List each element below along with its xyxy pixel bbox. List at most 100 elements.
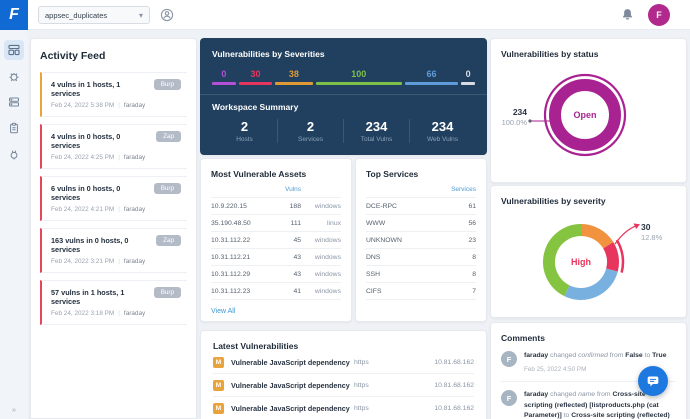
services-column-header[interactable]: Services [451, 186, 476, 193]
severity-bar-segment[interactable]: 38 [275, 69, 313, 85]
activity-item-date: Feb 24, 2022 3:21 PM [51, 258, 114, 265]
tool-badge: Zap [156, 131, 181, 142]
chevron-down-icon: ▾ [139, 11, 143, 20]
sidebar-expand-icon[interactable]: » [0, 407, 28, 414]
plug-icon [8, 148, 20, 160]
service-row[interactable]: WWW56 [366, 215, 476, 232]
vulns-by-severity-title: Vulnerabilities by severity [501, 196, 676, 206]
activity-item-date: Feb 24, 2022 3:18 PM [51, 310, 114, 317]
status-donut [537, 67, 633, 163]
severity-badge: M [213, 357, 224, 368]
table-header: Services [366, 179, 476, 198]
service-row[interactable]: DNS8 [366, 249, 476, 266]
vulnerability-name: Vulnerable JavaScript dependency [231, 381, 354, 390]
service-row[interactable]: DCE-RPC61 [366, 198, 476, 215]
table-header: Vulns [211, 179, 341, 198]
activity-feed-panel: Activity Feed 4 vulns in 1 hosts, 1 serv… [30, 38, 197, 419]
severity-callout: 30 12.8% [641, 222, 675, 242]
asset-row[interactable]: 10.31.112.2943windows [211, 266, 341, 283]
severity-bar-segment[interactable]: 66 [405, 69, 459, 85]
severity-bar: 0 30 38 100 66 0 [212, 69, 475, 85]
severity-bar-segment[interactable]: 0 [461, 69, 475, 85]
severity-donut-chart[interactable]: High [531, 212, 631, 312]
severity-bar-segment[interactable]: 100 [316, 69, 402, 85]
asset-row[interactable]: 35.190.48.50111linux [211, 215, 341, 232]
divider [200, 94, 487, 95]
severity-count: 30 [250, 69, 260, 79]
view-all-link[interactable]: View All [211, 308, 235, 315]
vulns-by-status-title: Vulnerabilities by status [501, 49, 676, 59]
bug-icon [8, 70, 20, 82]
activity-item[interactable]: 4 vulns in 0 hosts, 0 services Feb 24, 2… [40, 124, 187, 169]
status-callout: 234 100.0% [490, 107, 527, 127]
workspace-summary-title: Workspace Summary [212, 102, 475, 112]
asset-row[interactable]: 10.9.220.15188windows [211, 198, 341, 215]
severities-panel: Vulnerabilities by Severities 0 30 38 10… [200, 38, 487, 155]
hosts-icon [8, 96, 20, 108]
vulnerability-row[interactable]: M Vulnerable JavaScript dependency https… [213, 374, 474, 397]
workspace-summary-stats: 2 Hosts 2 Services 234 Total Vulns 234 W… [212, 119, 475, 143]
sidebar-item-reports[interactable] [4, 118, 24, 138]
account-circle-icon[interactable] [160, 8, 174, 22]
activity-item-user: faraday [124, 102, 145, 109]
activity-item-user: faraday [124, 258, 145, 265]
latest-vulnerabilities-title: Latest Vulnerabilities [213, 341, 474, 351]
severity-count: 38 [289, 69, 299, 79]
status-donut-chart[interactable]: Open [537, 67, 633, 163]
tool-badge: Burp [154, 79, 181, 90]
user-avatar[interactable]: F [648, 4, 670, 26]
sidebar-item-hosts[interactable] [4, 92, 24, 112]
vulnerability-name: Vulnerable JavaScript dependency [231, 404, 354, 413]
vulnerability-target: 10.81.68.162 [412, 382, 474, 389]
faraday-logo: F [0, 0, 28, 30]
service-row[interactable]: CIFS7 [366, 283, 476, 300]
severities-panel-title: Vulnerabilities by Severities [212, 49, 475, 59]
bell-icon[interactable] [620, 7, 635, 22]
vulnerability-service: https [354, 359, 412, 366]
workspace-selector[interactable]: appsec_duplicates ▾ [38, 6, 150, 24]
most-vulnerable-assets-panel: Most Vulnerable Assets Vulns 10.9.220.15… [200, 158, 352, 322]
vulns-by-severity-panel: Vulnerabilities by severity High 30 12.8… [490, 185, 687, 318]
vulns-by-status-panel: Vulnerabilities by status Open 234 100.0… [490, 38, 687, 183]
chat-icon [645, 373, 661, 389]
stat-services: 2 Services [277, 119, 343, 143]
service-row[interactable]: SSH8 [366, 266, 476, 283]
activity-item-user: faraday [124, 206, 145, 213]
severity-badge: M [213, 380, 224, 391]
asset-row[interactable]: 10.31.112.2245windows [211, 232, 341, 249]
comment-avatar: F [501, 390, 517, 406]
vulnerability-target: 10.81.68.162 [412, 405, 474, 412]
asset-row[interactable]: 10.31.112.2143windows [211, 249, 341, 266]
comment-user: faraday [524, 391, 548, 398]
severity-bar-segment[interactable]: 0 [212, 69, 236, 85]
comments-title: Comments [501, 333, 676, 343]
activity-item[interactable]: 57 vulns in 1 hosts, 1 services Feb 24, … [40, 280, 187, 325]
most-vulnerable-assets-title: Most Vulnerable Assets [211, 169, 341, 179]
vulnerability-name: Vulnerable JavaScript dependency [231, 358, 354, 367]
sidebar-item-dashboard[interactable] [4, 40, 24, 60]
sidebar-item-vulnerabilities[interactable] [4, 66, 24, 86]
clipboard-icon [8, 122, 20, 134]
dashboard-icon [8, 44, 20, 56]
severity-bar-segment[interactable]: 30 [239, 69, 272, 85]
vulnerability-service: https [354, 405, 412, 412]
activity-item[interactable]: 163 vulns in 0 hosts, 0 services Feb 24,… [40, 228, 187, 273]
activity-item-user: faraday [124, 310, 145, 317]
sidebar-item-agents[interactable] [4, 144, 24, 164]
vulnerability-target: 10.81.68.162 [412, 359, 474, 366]
service-row[interactable]: UNKNOWN23 [366, 232, 476, 249]
vulnerability-service: https [354, 382, 412, 389]
latest-vulnerabilities-panel: Latest Vulnerabilities M Vulnerable Java… [200, 330, 487, 419]
activity-item[interactable]: 6 vulns in 0 hosts, 0 services Feb 24, 2… [40, 176, 187, 221]
activity-item-date: Feb 24, 2022 4:25 PM [51, 154, 114, 161]
activity-item[interactable]: 4 vulns in 1 hosts, 1 services Feb 24, 2… [40, 72, 187, 117]
activity-item-date: Feb 24, 2022 4:21 PM [51, 206, 114, 213]
asset-row[interactable]: 10.31.112.2341windows [211, 283, 341, 300]
vulns-column-header[interactable]: Vulns [279, 186, 301, 193]
chat-fab-button[interactable] [638, 366, 668, 396]
top-bar: F appsec_duplicates ▾ F [0, 0, 690, 30]
top-services-panel: Top Services Services DCE-RPC61 WWW56 UN… [355, 158, 487, 322]
stat-total-vulns: 234 Total Vulns [343, 119, 409, 143]
vulnerability-row[interactable]: M Vulnerable JavaScript dependency https… [213, 397, 474, 419]
vulnerability-row[interactable]: M Vulnerable JavaScript dependency https… [213, 351, 474, 374]
